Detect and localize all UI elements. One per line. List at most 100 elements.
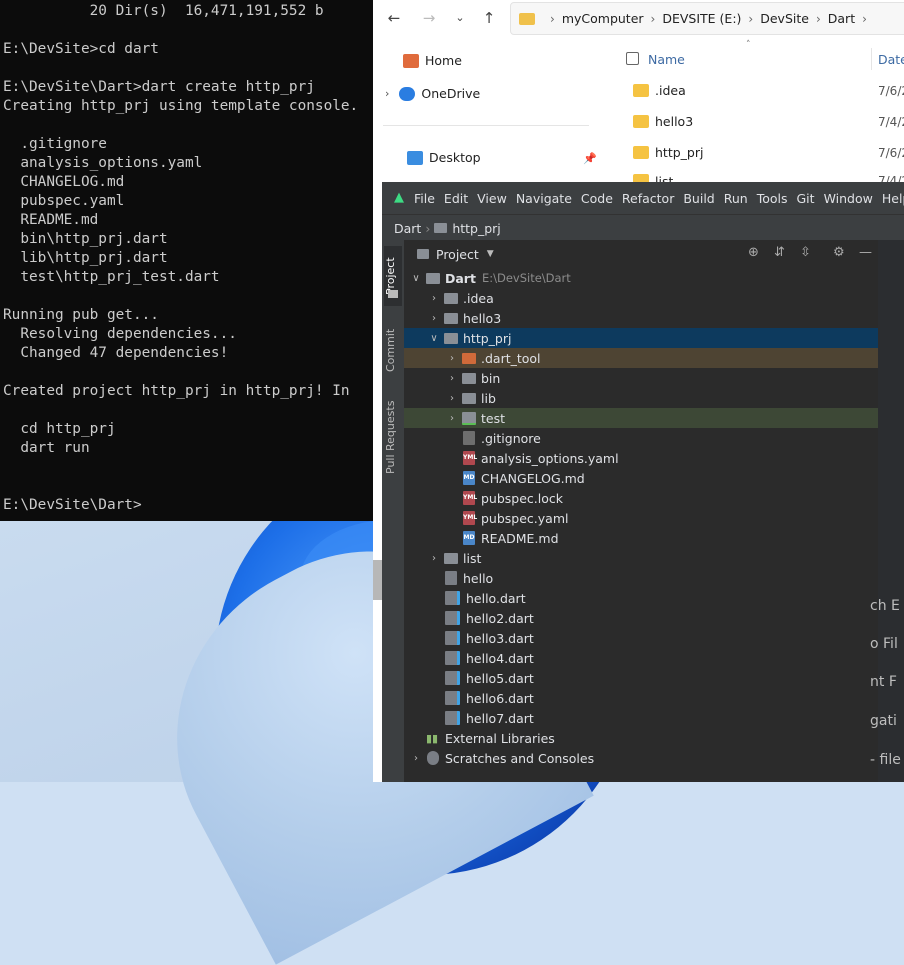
tree-row[interactable]: hello6.dart [404, 688, 878, 708]
project-tree: ∨ Dart E:\DevSite\Dart › .idea › hello3 … [404, 268, 878, 782]
chevron-right-icon: › [815, 11, 821, 26]
column-header-date[interactable]: Date [878, 52, 904, 67]
tree-row[interactable]: hello3.dart [404, 628, 878, 648]
chevron-right-icon[interactable]: › [428, 313, 440, 324]
nav-item-home[interactable]: Home [403, 53, 462, 68]
collapse-all-icon[interactable]: ⇳ [800, 246, 811, 260]
back-arrow-icon[interactable]: ← [384, 8, 404, 28]
path-segment[interactable]: DEVSITE (E:) [662, 11, 741, 26]
tree-row[interactable]: hello.dart [404, 588, 878, 608]
address-bar[interactable]: › myComputer › DEVSITE (E:) › DevSite › … [510, 2, 904, 35]
tree-row[interactable]: › .idea [404, 288, 878, 308]
menu-item-window[interactable]: Window [824, 191, 873, 206]
expand-all-icon[interactable]: ⇵ [774, 246, 785, 260]
locate-icon[interactable]: ⊕ [748, 246, 759, 260]
desktop-icon [407, 150, 423, 165]
terminal-window[interactable]: 20 Dir(s) 16,471,191,552 b E:\DevSite>cd… [0, 0, 373, 521]
chevron-right-icon[interactable]: › [410, 753, 422, 764]
tree-row[interactable]: hello2.dart [404, 608, 878, 628]
column-header-name[interactable]: Name [648, 52, 685, 67]
up-arrow-icon[interactable]: ↑ [479, 8, 499, 28]
chevron-right-icon[interactable]: › [446, 393, 458, 404]
forward-arrow-icon[interactable]: → [419, 8, 439, 28]
file-icon [445, 571, 457, 585]
list-item[interactable]: http_prj [633, 145, 703, 160]
tree-row[interactable]: › bin [404, 368, 878, 388]
folder-icon [388, 290, 398, 298]
project-view-icon [417, 249, 429, 259]
tree-row-root[interactable]: ∨ Dart E:\DevSite\Dart [404, 268, 878, 288]
tree-row[interactable]: YML analysis_options.yaml [404, 448, 878, 468]
nav-item-desktop[interactable]: Desktop [407, 150, 481, 165]
nav-item-onedrive[interactable]: › OneDrive [385, 86, 480, 101]
tree-row[interactable]: hello5.dart [404, 668, 878, 688]
tree-row[interactable]: › list [404, 548, 878, 568]
menu-item-git[interactable]: Git [797, 191, 815, 206]
menu-item-run[interactable]: Run [724, 191, 748, 206]
tree-row[interactable]: MD README.md [404, 528, 878, 548]
column-divider[interactable] [871, 48, 872, 70]
path-segment[interactable]: DevSite [760, 11, 809, 26]
tree-row[interactable]: YML pubspec.lock [404, 488, 878, 508]
chevron-right-icon[interactable]: › [446, 353, 458, 364]
breadcrumb-item[interactable]: Dart [394, 221, 421, 236]
pin-icon[interactable]: 📌 [583, 152, 597, 165]
tree-row[interactable]: › test [404, 408, 878, 428]
menu-item-navigate[interactable]: Navigate [516, 191, 572, 206]
tab-pull-requests[interactable]: Pull Requests [384, 390, 402, 485]
menu-item-code[interactable]: Code [581, 191, 613, 206]
tree-row[interactable]: › hello3 [404, 308, 878, 328]
tree-row[interactable]: MD CHANGELOG.md [404, 468, 878, 488]
tree-row[interactable]: hello7.dart [404, 708, 878, 728]
list-item[interactable]: list [633, 174, 673, 182]
chevron-right-icon[interactable]: › [446, 373, 458, 384]
tree-label: hello3 [463, 310, 502, 326]
explorer-file-list: ˄ Name Date .idea 7/6/2 hello3 7/4/2 htt… [603, 40, 904, 190]
panel-title[interactable]: Project [436, 247, 479, 262]
menu-item-tools[interactable]: Tools [757, 191, 788, 206]
list-item[interactable]: .idea [633, 83, 686, 98]
gitignore-file-icon [463, 431, 475, 445]
dart-file-icon [445, 691, 460, 705]
path-segment[interactable]: myComputer [562, 11, 644, 26]
tree-row-selected[interactable]: ∨ http_prj [404, 328, 878, 348]
chevron-right-icon[interactable]: › [385, 87, 389, 100]
folder-icon [444, 292, 458, 304]
list-item[interactable]: hello3 [633, 114, 693, 129]
folder-icon [462, 372, 476, 384]
tree-label: pubspec.yaml [481, 510, 569, 526]
tree-row[interactable]: › Scratches and Consoles [404, 748, 878, 768]
dropdown-arrow-icon[interactable]: ▼ [487, 249, 494, 259]
chevron-right-icon[interactable]: › [428, 293, 440, 304]
select-all-checkbox[interactable] [626, 52, 639, 65]
tree-row[interactable]: hello [404, 568, 878, 588]
tree-label: hello6.dart [466, 690, 534, 706]
menu-item-view[interactable]: View [477, 191, 507, 206]
menu-item-refactor[interactable]: Refactor [622, 191, 674, 206]
chevron-down-icon[interactable]: ∨ [410, 273, 422, 284]
hide-icon[interactable]: — [859, 246, 872, 260]
chevron-right-icon[interactable]: › [446, 413, 458, 424]
tab-commit[interactable]: Commit [384, 320, 402, 380]
menu-item-edit[interactable]: Edit [444, 191, 468, 206]
gear-icon[interactable]: ⚙ [833, 246, 845, 260]
scrollbar[interactable] [373, 560, 382, 600]
chevron-right-icon[interactable]: › [428, 553, 440, 564]
menu-item-file[interactable]: File [414, 191, 435, 206]
chevron-down-icon[interactable]: ⌄ [450, 8, 470, 28]
tree-row[interactable]: › .dart_tool [404, 348, 878, 368]
test-folder-icon [462, 411, 476, 425]
tree-row[interactable]: YML pubspec.yaml [404, 508, 878, 528]
tree-row[interactable]: › lib [404, 388, 878, 408]
file-name: .idea [655, 83, 686, 98]
tree-row[interactable]: hello4.dart [404, 648, 878, 668]
project-panel: Project ▼ ⊕ ⇵ ⇳ ⚙ — ∨ Dart E:\DevSite\Da… [404, 240, 878, 782]
menu-item-build[interactable]: Build [683, 191, 714, 206]
tree-row[interactable]: .gitignore [404, 428, 878, 448]
chevron-down-icon[interactable]: ∨ [428, 333, 440, 344]
breadcrumb-item[interactable]: http_prj [452, 221, 500, 236]
path-segment[interactable]: Dart [828, 11, 855, 26]
menu-item-help[interactable]: Help [882, 191, 904, 206]
tree-row[interactable]: ▮▮ External Libraries [404, 728, 878, 748]
folder-icon [444, 552, 458, 564]
